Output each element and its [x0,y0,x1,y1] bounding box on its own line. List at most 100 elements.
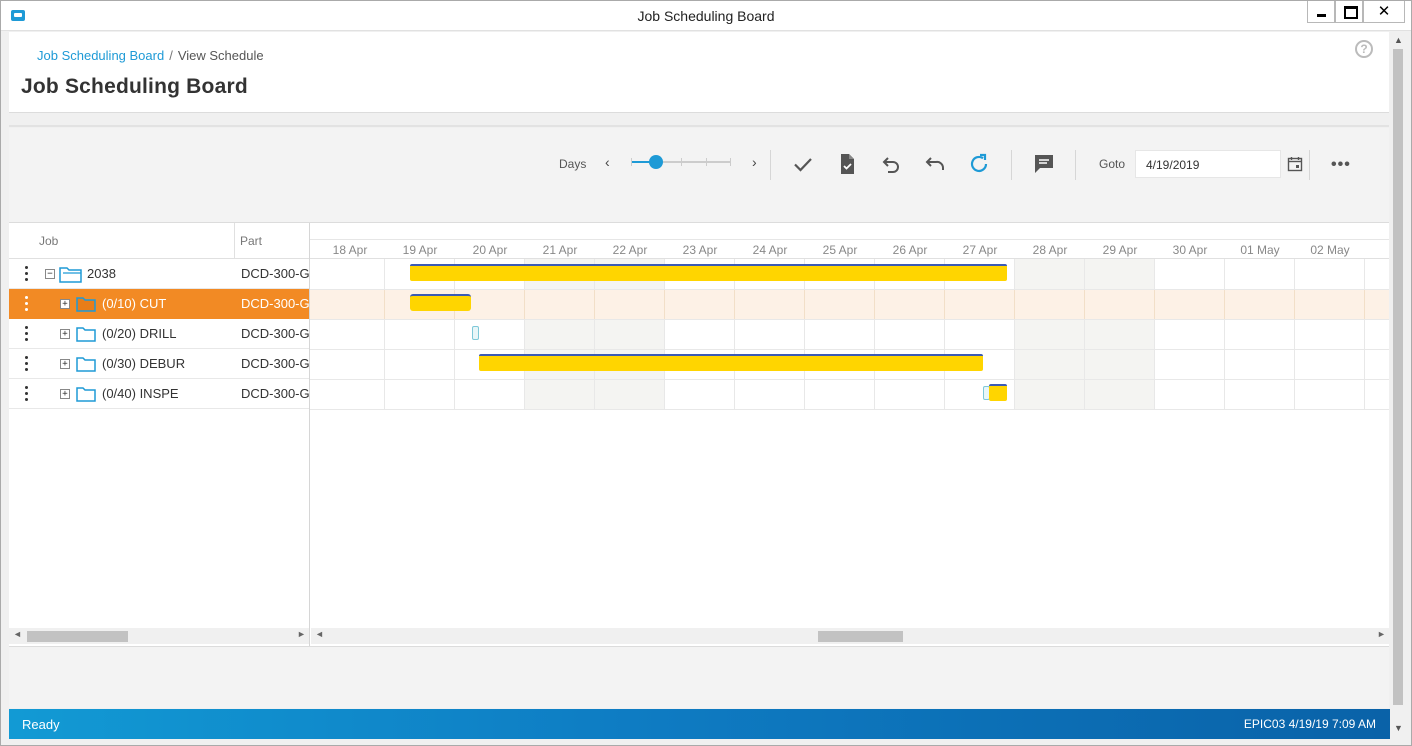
folder-icon [76,327,96,342]
help-icon[interactable]: ? [1355,40,1373,58]
day-header-label: 19 Apr [402,243,438,257]
timeline-horizontal-scrollbar[interactable]: ◄ ► [311,628,1389,644]
selected-row-divider [1364,289,1365,319]
day-column [805,259,875,409]
refresh-icon[interactable] [967,152,991,176]
gantt-bar-cut[interactable] [410,294,471,311]
selected-row-divider [1224,289,1225,319]
table-row-operation-drill[interactable]: + (0/20) DRILL DCD-300-G [9,319,309,349]
calendar-icon[interactable] [1287,156,1303,172]
slider-tick [681,158,682,166]
comment-icon[interactable] [1032,152,1056,176]
scroll-thumb[interactable] [27,631,128,642]
slider-tick [631,158,632,166]
breadcrumb-separator: / [169,48,173,63]
weekend-column [1015,259,1085,409]
app-window: Job Scheduling Board ✕ Job Scheduling Bo… [0,0,1412,746]
column-header-job[interactable]: Job [39,234,58,248]
row-line [310,289,1389,290]
undo-icon[interactable] [879,152,903,176]
scroll-thumb[interactable] [818,631,903,642]
scroll-left-icon[interactable]: ◄ [13,629,22,639]
row-part: DCD-300-G [241,356,309,371]
status-bar: Ready EPIC03 4/19/19 7:09 AM [9,709,1390,739]
day-column [1155,259,1225,409]
row-line [310,349,1389,350]
selected-row-divider [1084,289,1085,319]
zoom-slider[interactable] [631,155,731,169]
row-menu-icon[interactable] [25,356,29,372]
day-header-label: 20 Apr [472,243,508,257]
column-divider[interactable] [234,223,235,259]
scroll-left-icon[interactable]: ◄ [315,629,324,639]
expand-icon[interactable]: + [60,299,70,309]
close-icon: ✕ [1377,2,1391,20]
selected-row-divider [1014,289,1015,319]
minimize-button[interactable] [1307,1,1335,23]
day-column [315,259,385,409]
scroll-corner: ▼ [1390,709,1406,739]
maximize-button[interactable] [1335,1,1363,23]
row-menu-icon[interactable] [25,386,29,402]
goto-date-input[interactable]: 4/19/2019 [1135,150,1281,178]
gantt-marker-drill[interactable] [472,326,479,340]
scroll-up-icon[interactable]: ▲ [1394,35,1403,45]
gantt-bar-job-2038[interactable] [410,264,1007,281]
day-header-label: 02 May [1310,243,1350,257]
row-part: DCD-300-G [241,326,309,341]
schedule-grid: Job Part − 2038 DCD-300-G + (0/10) CUT D… [9,222,1389,647]
row-line [310,319,1389,320]
row-label: 2038 [87,266,116,281]
day-column [455,259,525,409]
row-label: (0/40) INSPE [102,386,179,401]
row-menu-icon[interactable] [25,296,29,312]
expand-icon[interactable]: + [60,359,70,369]
scroll-right-icon[interactable]: ► [297,629,306,639]
row-label: (0/20) DRILL [102,326,177,341]
row-line [310,379,1389,380]
weekend-column [1085,259,1155,409]
scroll-right-icon[interactable]: ► [1377,629,1386,639]
weekend-column [595,259,665,409]
day-header-label: 18 Apr [332,243,368,257]
more-icon[interactable]: ••• [1331,156,1351,174]
gantt-bar-debur[interactable] [479,354,983,371]
selected-row-divider [804,289,805,319]
folder-open-icon [59,267,82,283]
table-row-operation-debur[interactable]: + (0/30) DEBUR DCD-300-G [9,349,309,379]
zoom-in-chevron-icon[interactable]: › [752,154,757,170]
table-row-operation-inspect[interactable]: + (0/40) INSPE DCD-300-G [9,379,309,409]
scroll-down-icon[interactable]: ▼ [1394,723,1403,733]
row-line [310,409,1389,410]
selected-row-divider [594,289,595,319]
expand-icon[interactable]: + [60,329,70,339]
selected-row-band [310,289,1389,319]
breadcrumb: Job Scheduling Board / View Schedule [37,48,264,63]
zoom-slider-handle[interactable] [648,155,663,169]
table-row-operation-cut[interactable]: + (0/10) CUT DCD-300-G [9,289,309,319]
day-header-label: 01 May [1240,243,1280,257]
column-header-part[interactable]: Part [240,234,262,248]
check-icon[interactable] [791,152,815,176]
row-menu-icon[interactable] [25,266,29,282]
row-menu-icon[interactable] [25,326,29,342]
breadcrumb-link[interactable]: Job Scheduling Board [37,48,164,63]
scroll-thumb[interactable] [1393,49,1403,705]
zoom-label: Days [559,157,587,171]
zoom-out-chevron-icon[interactable]: ‹ [605,154,610,170]
document-check-icon[interactable] [835,152,859,176]
row-part: DCD-300-G [241,386,309,401]
collapse-icon[interactable]: − [45,269,55,279]
row-part: DCD-300-G [241,296,309,311]
page-vertical-scrollbar[interactable]: ▲ [1390,32,1406,708]
goto-label: Goto [1099,157,1126,171]
close-button[interactable]: ✕ [1363,1,1405,23]
expand-icon[interactable]: + [60,389,70,399]
gantt-bar-inspect[interactable] [989,384,1007,401]
selected-row-divider [734,289,735,319]
content-footer-area [9,646,1389,708]
table-row-job-2038[interactable]: − 2038 DCD-300-G [9,259,309,289]
undo-all-icon[interactable] [923,152,947,176]
left-horizontal-scrollbar[interactable]: ◄ ► [9,628,309,644]
toolbar-separator [770,150,771,180]
